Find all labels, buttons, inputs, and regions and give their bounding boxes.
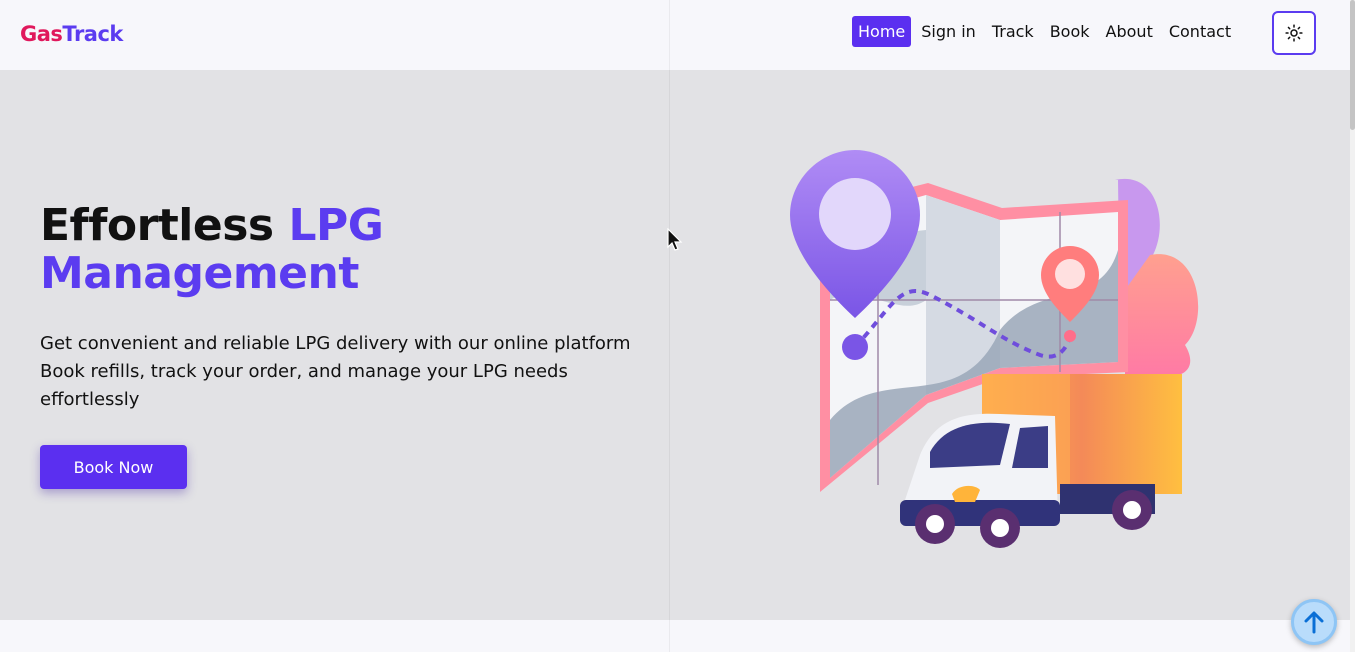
hero-title-accent-1: LPG: [288, 200, 384, 251]
hero-title-accent-2: Management: [40, 248, 359, 299]
hero-title-plain: Effortless: [40, 200, 289, 251]
hero-desc-line-1: Get convenient and reliable LPG delivery…: [40, 333, 631, 354]
hero-desc-line-3: effortlessly: [40, 389, 140, 410]
scrollbar-thumb[interactable]: [1350, 0, 1355, 130]
hero-description: Get convenient and reliable LPG delivery…: [40, 330, 680, 414]
sun-icon: [1285, 24, 1303, 42]
nav-book[interactable]: Book: [1044, 16, 1096, 47]
page-scrollbar[interactable]: [1350, 0, 1355, 652]
hero-title: Effortless LPG Management: [40, 200, 384, 299]
nav-links: Home Sign in Track Book About Contact: [852, 16, 1241, 47]
divider-line: [669, 0, 670, 652]
nav-about[interactable]: About: [1100, 16, 1159, 47]
brand-part-track: Track: [62, 22, 123, 46]
nav-contact[interactable]: Contact: [1163, 16, 1237, 47]
navbar: GasTrack Home Sign in Track Book About C…: [0, 0, 1350, 70]
mouse-pointer-icon: [667, 228, 683, 251]
brand-part-gas: Gas: [20, 22, 63, 46]
brand-logo[interactable]: GasTrack: [20, 22, 123, 46]
delivery-map-illustration: [790, 150, 1199, 548]
scroll-to-top-button[interactable]: [1291, 599, 1337, 645]
nav-track[interactable]: Track: [986, 16, 1040, 47]
arrow-up-icon: [1304, 611, 1324, 634]
book-now-button[interactable]: Book Now: [40, 445, 187, 489]
theme-toggle-button[interactable]: [1272, 11, 1316, 55]
nav-home[interactable]: Home: [852, 16, 912, 47]
nav-sign-in[interactable]: Sign in: [915, 16, 982, 47]
hero-desc-line-2: Book refills, track your order, and mana…: [40, 361, 568, 382]
